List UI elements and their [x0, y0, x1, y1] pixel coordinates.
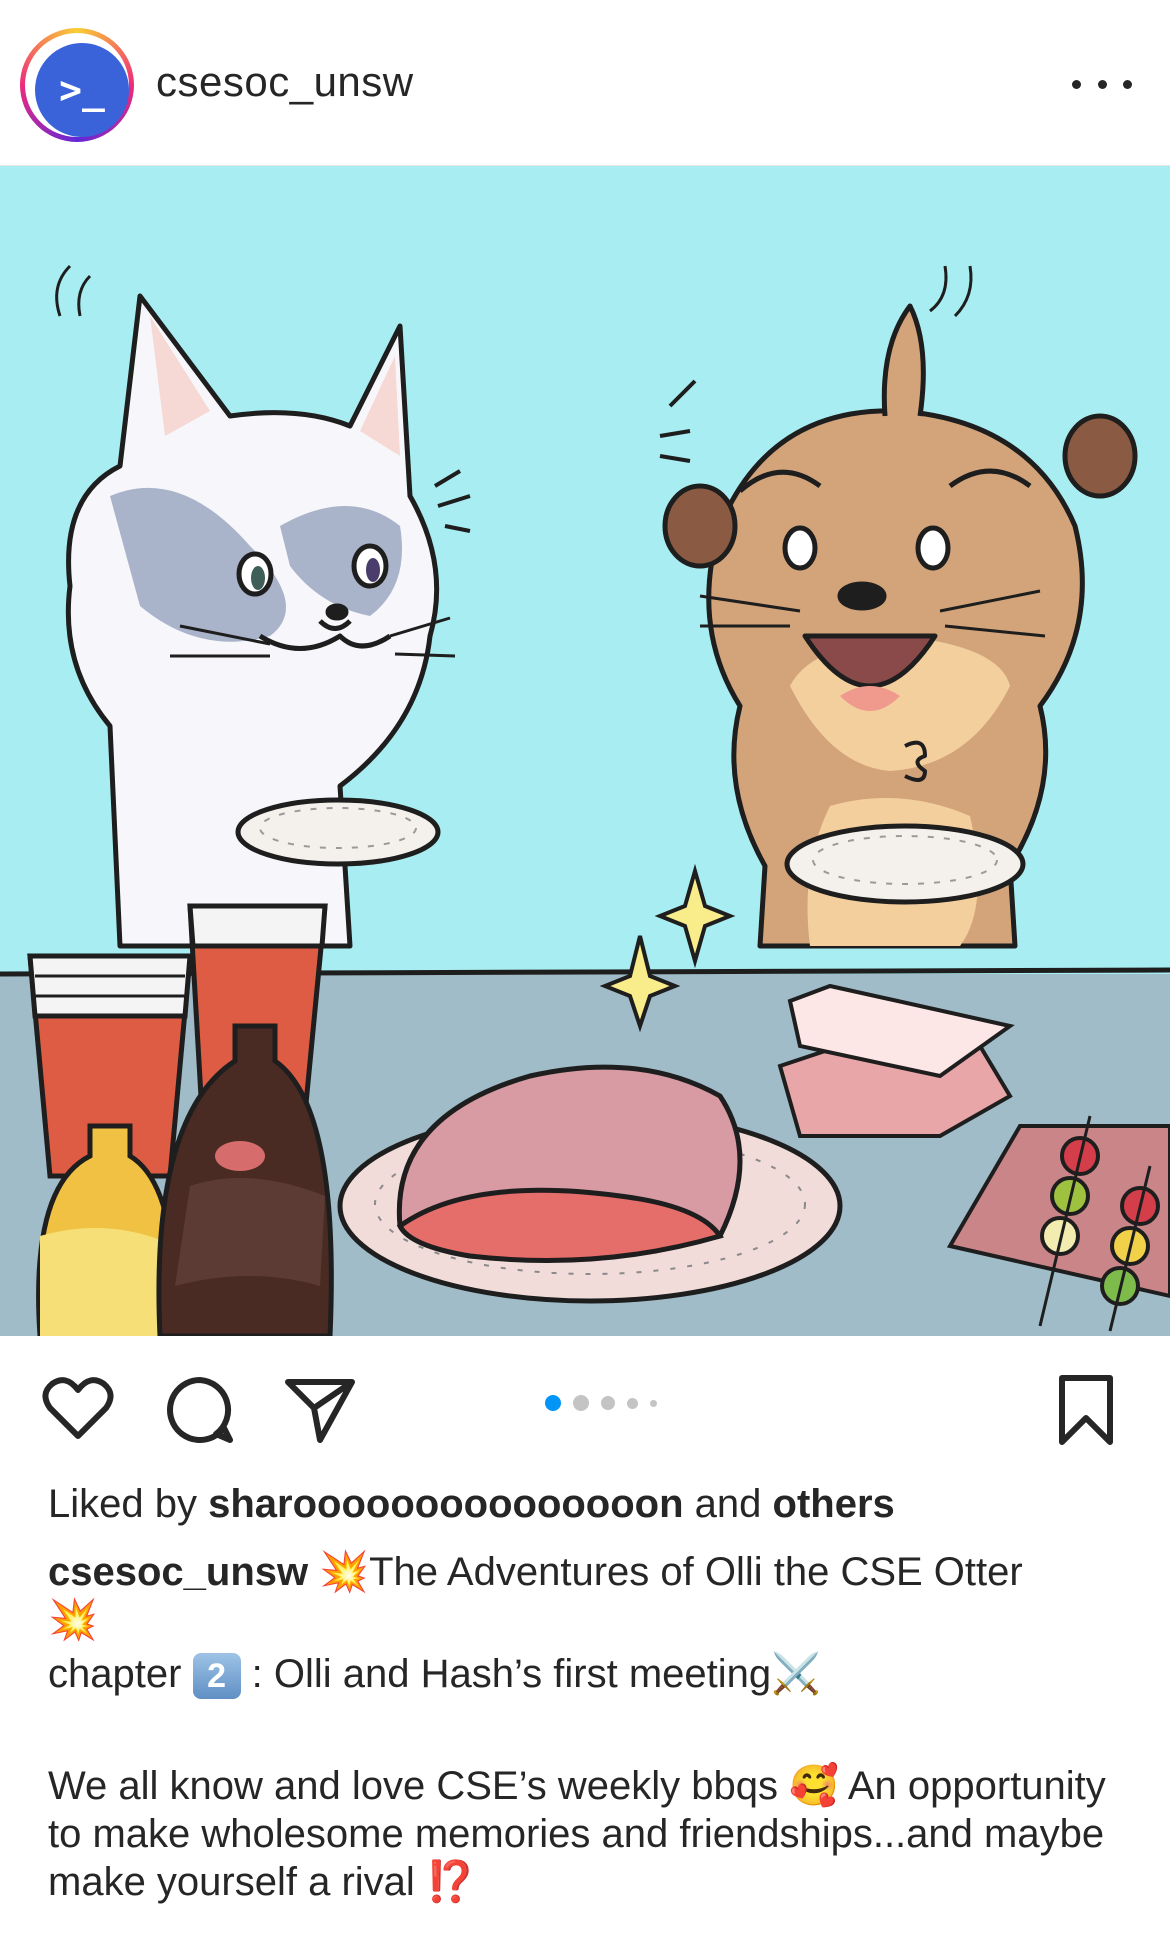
- username[interactable]: csesoc_unsw: [156, 58, 414, 106]
- liked-by-user[interactable]: sharooooooooooooooon: [208, 1482, 683, 1526]
- carousel-indicator: [545, 1395, 657, 1411]
- explosion-emoji: 💥: [319, 1549, 370, 1595]
- smiling-hearts-emoji: 🥰: [789, 1763, 839, 1809]
- more-dot: [1097, 79, 1107, 89]
- crossed-swords-emoji: ⚔️: [771, 1651, 821, 1697]
- bookmark-icon[interactable]: [1056, 1374, 1116, 1451]
- keycap-emoji: 2: [192, 1653, 241, 1700]
- more-options-icon[interactable]: [1072, 64, 1132, 104]
- avatar-ring-gap: >_: [25, 33, 129, 137]
- more-dot: [1072, 79, 1081, 89]
- carousel-dot: [573, 1395, 589, 1411]
- carousel-dot: [627, 1397, 638, 1409]
- likes-middle: and: [683, 1482, 773, 1526]
- comic-illustration: [0, 166, 1170, 1336]
- chapter-title: : Olli and Hash’s first meeting: [251, 1652, 772, 1696]
- caption-title: csesoc_unsw 💥The Adventures of Olli the …: [48, 1548, 1128, 1644]
- carousel-dot: [650, 1399, 657, 1407]
- caption-body: We all know and love CSE’s weekly bbqs 🥰…: [48, 1762, 1128, 1906]
- caption-title-text: The Adventures of Olli the CSE Otter: [369, 1550, 1023, 1594]
- interrobang-emoji: ⁉️: [425, 1859, 476, 1905]
- caption-body-text: We all know and love CSE’s weekly bbqs: [48, 1764, 778, 1808]
- story-ring[interactable]: >_: [20, 28, 134, 142]
- comment-icon[interactable]: [164, 1374, 236, 1451]
- send-icon[interactable]: [284, 1374, 356, 1451]
- carousel-dot: [601, 1396, 615, 1410]
- carousel-dot-active: [545, 1395, 561, 1411]
- likes-summary: Liked by sharooooooooooooooon and others: [48, 1480, 1128, 1528]
- avatar[interactable]: >_: [35, 43, 129, 137]
- post-image[interactable]: [0, 166, 1170, 1336]
- post-header: >_ csesoc_unsw: [0, 0, 1170, 166]
- more-dot: [1123, 79, 1132, 89]
- likes-prefix: Liked by: [48, 1482, 209, 1526]
- explosion-emoji: 💥: [48, 1597, 98, 1643]
- caption-username[interactable]: csesoc_unsw: [48, 1550, 308, 1594]
- likes-others-link[interactable]: others: [773, 1482, 895, 1526]
- chapter-label: chapter: [48, 1652, 182, 1696]
- heart-icon[interactable]: [42, 1374, 114, 1447]
- caption-chapter: chapter 2 : Olli and Hash’s first meetin…: [48, 1650, 1128, 1700]
